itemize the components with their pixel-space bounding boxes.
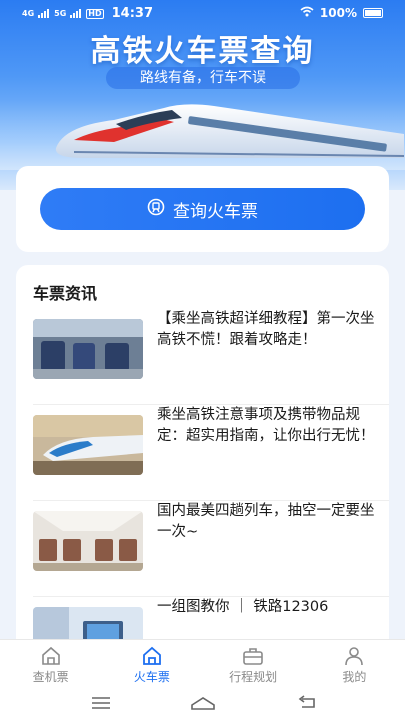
tab-label: 我的	[342, 670, 367, 684]
news-card: 车票资讯 【乘坐高铁超详细教程】第一次坐高铁不慌！跟着攻略走！ 乘坐高铁注意事项…	[16, 265, 389, 665]
signal-icon	[70, 7, 82, 21]
news-heading: 车票资讯	[33, 284, 98, 303]
network-5g: 5G	[54, 8, 67, 18]
tab-label: 火车票	[133, 670, 170, 684]
battery-percent: 100%	[319, 6, 357, 20]
tab-label: 行程规划	[229, 670, 278, 684]
query-train-ticket-button[interactable]: 查询火车票	[40, 188, 365, 230]
wifi-icon	[300, 6, 314, 20]
hero-subtitle: 路线有备，行车不误	[106, 67, 300, 89]
news-item[interactable]: 【乘坐高铁超详细教程】第一次坐高铁不慌！跟着攻略走！	[33, 309, 389, 405]
train-icon	[147, 198, 165, 221]
hd-badge: HD	[86, 8, 104, 19]
hero-title: 高铁火车票查询	[90, 34, 315, 69]
query-button-label: 查询火车票	[173, 201, 258, 222]
query-card: 查询火车票	[16, 166, 389, 252]
news-thumbnail	[33, 511, 143, 571]
signal-icon	[38, 7, 50, 21]
news-thumbnail	[33, 415, 143, 475]
menu-icon[interactable]	[90, 695, 112, 711]
news-item[interactable]: 乘坐高铁注意事项及携带物品规定：超实用指南，让你出行无忧！	[33, 405, 389, 501]
home-icon	[142, 646, 161, 665]
hero-banner: 4G 5G HD 14:37 100% 高铁火车票查询 路线有备，行车不误	[0, 0, 405, 190]
network-4g: 4G	[22, 8, 35, 18]
briefcase-icon	[243, 648, 263, 665]
back-icon[interactable]	[296, 695, 318, 711]
home-icon	[41, 646, 60, 665]
tab-label: 查机票	[32, 670, 69, 684]
news-title: 乘坐高铁注意事项及携带物品规定：超实用指南，让你出行无忧！	[157, 407, 375, 444]
tab-mine[interactable]: 我的	[304, 640, 405, 687]
clock: 14:37	[111, 6, 154, 21]
news-title: 一组图教你 ｜ 铁路12306	[157, 599, 329, 615]
news-item[interactable]: 国内最美四趟列车，抽空一定要坐一次~	[33, 501, 389, 597]
tab-flight-tickets[interactable]: 查机票	[0, 640, 101, 687]
tab-train-tickets[interactable]: 火车票	[101, 640, 202, 687]
bottom-tab-bar: 查机票 火车票 行程规划 我的	[0, 639, 405, 687]
tab-trip-planning[interactable]: 行程规划	[203, 640, 304, 687]
status-bar: 4G 5G HD 14:37 100%	[0, 0, 405, 26]
news-thumbnail	[33, 319, 143, 379]
home-nav-icon[interactable]	[190, 695, 216, 711]
system-navigation-bar	[0, 687, 405, 720]
news-title: 国内最美四趟列车，抽空一定要坐一次~	[157, 503, 375, 540]
news-title: 【乘坐高铁超详细教程】第一次坐高铁不慌！跟着攻略走！	[157, 311, 375, 348]
person-icon	[345, 647, 364, 666]
battery-icon	[363, 8, 383, 18]
train-illustration	[55, 104, 404, 158]
